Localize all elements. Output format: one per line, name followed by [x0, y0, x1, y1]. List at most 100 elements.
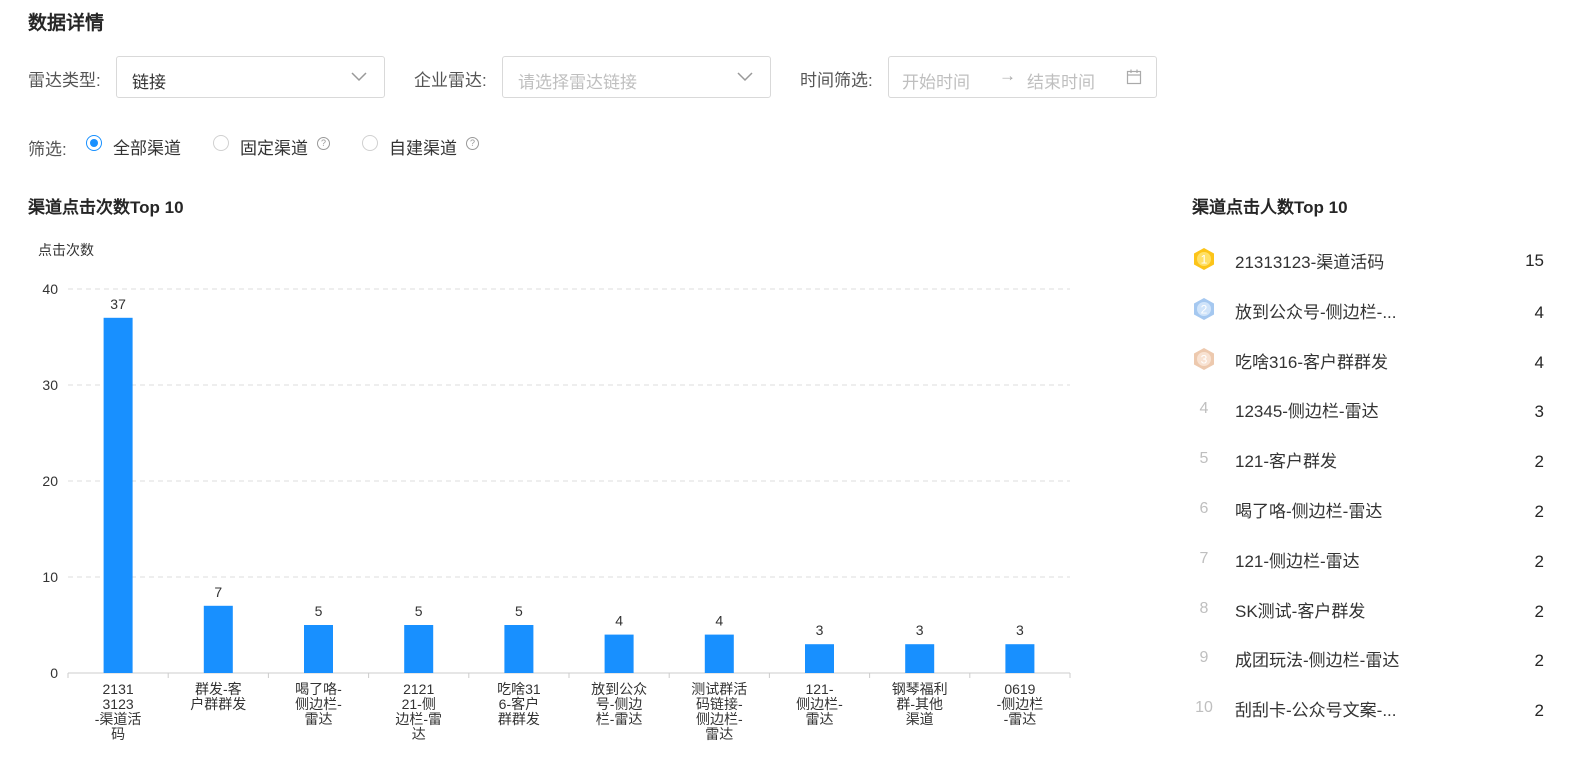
- ranking-item[interactable]: 9 成团玩法-侧边栏-雷达 2: [1190, 637, 1550, 677]
- rank-number: 3: [1201, 352, 1208, 366]
- ranking-item[interactable]: 1 21313123-渠道活码 15: [1190, 239, 1550, 279]
- x-category-label: -渠道活: [95, 711, 142, 727]
- bar[interactable]: [1005, 644, 1035, 673]
- silver-medal-icon: 2: [1194, 297, 1214, 320]
- rank-number: 2: [1201, 302, 1208, 316]
- bar[interactable]: [805, 644, 834, 673]
- date-range-picker[interactable]: 开始时间 → 结束时间: [888, 56, 1157, 98]
- calendar-icon: [1126, 69, 1142, 85]
- ranking-item[interactable]: 4 12345-侧边栏-雷达 3: [1190, 388, 1550, 428]
- ranking-item-value: 2: [1534, 502, 1544, 521]
- x-category-label: 雷达: [705, 726, 733, 742]
- x-category-label: 测试群活: [691, 681, 747, 697]
- rank-number: 4: [1199, 400, 1209, 418]
- ranking-item-name: 21313123-渠道活码: [1235, 253, 1385, 272]
- bar[interactable]: [203, 605, 233, 673]
- gold-medal-icon: 1: [1194, 248, 1214, 270]
- end-time-input[interactable]: 结束时间: [1027, 68, 1095, 93]
- data-label: 7: [214, 584, 222, 600]
- x-category-label: 渠道: [906, 711, 934, 727]
- range-arrow-icon: →: [999, 66, 1016, 85]
- ranking-item-name: 12345-侧边栏-雷达: [1235, 402, 1379, 422]
- y-tick-label: 20: [42, 473, 58, 489]
- ranking-item[interactable]: 10 刮刮卡-公众号文案-... 2: [1190, 687, 1550, 727]
- x-category-label: -雷达: [1004, 711, 1037, 727]
- enterprise-radar-select[interactable]: 请选择雷达链接: [502, 56, 771, 98]
- ranking-item[interactable]: 2 放到公众号-侧边栏-... 4: [1190, 289, 1550, 329]
- ranking-item-value: 2: [1534, 701, 1544, 721]
- data-label: 3: [1016, 622, 1024, 638]
- y-axis-title: 点击次数: [38, 242, 94, 258]
- x-category-label: 钢琴福利: [892, 681, 948, 697]
- radio-label-custom-channels[interactable]: 自建渠道: [389, 134, 457, 159]
- data-label: 5: [415, 603, 423, 619]
- x-category-label: 21-侧: [402, 696, 436, 712]
- x-category-label: 栏-雷达: [596, 711, 643, 727]
- help-icon[interactable]: ?: [317, 137, 330, 150]
- ranking-item-name: 喝了咯-侧边栏-雷达: [1235, 502, 1383, 521]
- click-count-section-title: 渠道点击次数Top 10: [28, 198, 184, 217]
- ranking-item[interactable]: 5 121-客户群发 2: [1190, 438, 1550, 478]
- data-label: 4: [715, 613, 723, 629]
- radio-label-all-channels[interactable]: 全部渠道: [113, 134, 181, 159]
- data-label: 37: [110, 296, 126, 312]
- ranking-item-name: SK测试-客户群发: [1235, 601, 1366, 621]
- radio-fixed-channels[interactable]: [213, 135, 229, 151]
- x-category-label: 群-其他: [896, 696, 943, 712]
- rank-number: 8: [1199, 599, 1209, 617]
- bar[interactable]: [103, 317, 133, 673]
- bar[interactable]: [504, 625, 534, 673]
- ranking-item-name: 121-客户群发: [1235, 452, 1338, 472]
- rank-number: 9: [1199, 649, 1209, 667]
- help-icon[interactable]: ?: [466, 137, 479, 150]
- chevron-down-icon: [737, 72, 753, 82]
- x-category-label: 码: [111, 726, 125, 742]
- ranking-item[interactable]: 8 SK测试-客户群发 2: [1190, 588, 1550, 628]
- ranking-item-value: 4: [1534, 302, 1544, 322]
- ranking-item-name: 放到公众号-侧边栏-...: [1235, 302, 1397, 322]
- rank-number: 7: [1199, 549, 1209, 567]
- radio-all-channels[interactable]: [86, 135, 102, 151]
- x-category-label: 吃啥31: [497, 681, 541, 697]
- x-category-label: 号-侧边: [596, 696, 643, 712]
- ranking-item-value: 3: [1534, 402, 1544, 422]
- x-category-label: 达: [412, 726, 426, 742]
- bar[interactable]: [404, 625, 434, 673]
- bar[interactable]: [304, 625, 333, 673]
- enterprise-radar-label: 企业雷达:: [414, 71, 487, 90]
- bar[interactable]: [604, 634, 634, 673]
- x-category-label: 3123: [103, 696, 134, 712]
- ranking-item-value: 15: [1525, 251, 1544, 270]
- x-category-label: 雷达: [806, 711, 834, 727]
- x-category-label: 群发-客: [195, 681, 242, 697]
- rank-number: 1: [1201, 253, 1208, 267]
- radio-custom-channels[interactable]: [362, 135, 378, 151]
- ranking-item[interactable]: 7 121-侧边栏-雷达 2: [1190, 538, 1550, 578]
- channel-filter-label: 筛选:: [28, 140, 67, 159]
- data-label: 5: [515, 603, 523, 619]
- bronze-medal-icon: 3: [1194, 347, 1214, 370]
- ranking-item-value: 2: [1534, 452, 1544, 472]
- start-time-input[interactable]: 开始时间: [902, 68, 970, 93]
- data-label: 3: [816, 622, 824, 638]
- radio-label-fixed-channels[interactable]: 固定渠道: [240, 134, 308, 159]
- time-filter-label: 时间筛选:: [800, 71, 873, 90]
- ranking-item[interactable]: 3 吃啥316-客户群群发 4: [1190, 339, 1550, 379]
- click-count-bar-chart: 点击次数 0 10 20 30 40 37 21313123-渠道活码 7 群发-客户群群发 5…: [38, 242, 1071, 742]
- x-category-label: 2121: [403, 681, 434, 697]
- x-category-label: 侧边栏-: [295, 696, 342, 712]
- ranking-item[interactable]: 6 喝了咯-侧边栏-雷达 2: [1190, 488, 1550, 528]
- ranking-item-name: 刮刮卡-公众号文案-...: [1235, 701, 1397, 721]
- ranking-item-name: 吃啥316-客户群群发: [1235, 352, 1389, 372]
- y-tick-label: 0: [50, 665, 58, 681]
- bar[interactable]: [905, 644, 935, 673]
- data-label: 3: [916, 622, 924, 638]
- y-tick-label: 10: [42, 569, 58, 585]
- page-title: 数据详情: [28, 13, 105, 34]
- bar[interactable]: [704, 634, 734, 673]
- x-category-label: 6-客户: [499, 696, 539, 712]
- x-category-label: 侧边栏-: [796, 696, 843, 712]
- radar-type-select[interactable]: 链接: [116, 56, 385, 98]
- rank-number: 10: [1195, 699, 1213, 717]
- ranking-item-value: 2: [1534, 551, 1544, 571]
